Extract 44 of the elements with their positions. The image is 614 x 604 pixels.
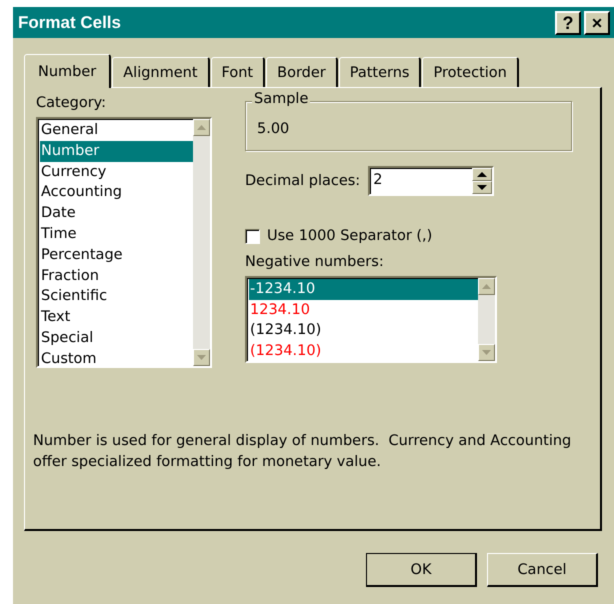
category-item[interactable]: Time [40, 224, 193, 245]
scroll-up-icon[interactable] [193, 119, 210, 136]
decimal-places-spinbox[interactable]: 2 [368, 166, 494, 196]
sample-label: Sample [252, 91, 310, 107]
spin-up-icon[interactable] [472, 168, 492, 181]
category-item[interactable]: Date [40, 203, 193, 224]
category-item[interactable]: Accounting [40, 182, 193, 204]
tab[interactable]: Font [210, 57, 266, 87]
spin-down-icon[interactable] [472, 181, 492, 194]
separator-label: Use 1000 Separator (,) [267, 228, 432, 244]
negative-number-item[interactable]: (1234.10) [249, 320, 478, 340]
scrollbar[interactable] [478, 278, 495, 361]
close-button[interactable]: × [584, 10, 610, 34]
category-label: Category: [36, 95, 108, 111]
negative-number-item[interactable]: (1234.10) [249, 340, 478, 361]
checkbox[interactable] [245, 228, 260, 244]
cancel-button[interactable]: Cancel [487, 553, 598, 587]
scroll-up-icon[interactable] [478, 278, 495, 295]
decimal-places-label: Decimal places: [245, 173, 360, 189]
category-item[interactable]: Special [40, 328, 193, 349]
category-item[interactable]: Number [40, 140, 193, 162]
scrollbar[interactable] [193, 119, 210, 366]
negative-numbers-label: Negative numbers: [245, 254, 385, 270]
category-item[interactable]: Scientific [40, 286, 193, 308]
window-title: Format Cells [18, 12, 121, 32]
scroll-down-icon[interactable] [478, 344, 495, 361]
ok-button[interactable]: OK [366, 553, 477, 587]
category-item[interactable]: Percentage [40, 244, 193, 266]
description-text: Number is used for general display of numbers. Currency and Accounting offer specialized formatting for monetary value. [33, 432, 572, 472]
scroll-down-icon[interactable] [193, 349, 210, 366]
negative-number-item[interactable]: -1234.10 [249, 279, 478, 300]
tab[interactable]: Patterns [338, 57, 422, 87]
tab[interactable]: Number [24, 54, 112, 88]
tab[interactable]: Protection [422, 57, 519, 87]
category-item[interactable]: Text [40, 307, 193, 328]
category-item[interactable]: Fraction [40, 266, 193, 286]
sample-value: 5.00 [257, 121, 290, 137]
tab[interactable]: Border [266, 57, 338, 87]
category-item[interactable]: Currency [40, 162, 193, 182]
tab[interactable]: Alignment [112, 57, 210, 87]
category-item[interactable]: General [40, 120, 193, 141]
help-button[interactable]: ? [555, 10, 581, 34]
negative-number-item[interactable]: 1234.10 [249, 300, 478, 320]
category-item[interactable]: Custom [40, 348, 193, 370]
